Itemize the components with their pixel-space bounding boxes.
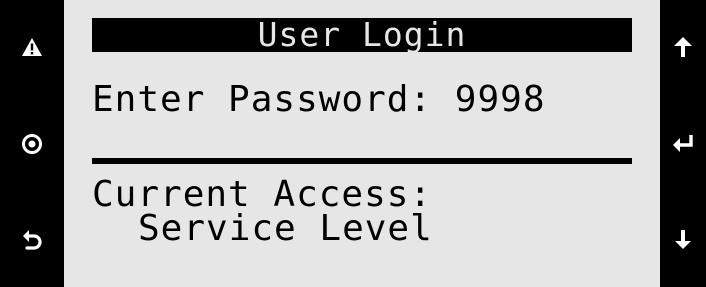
up-button[interactable] [660,0,706,94]
password-field[interactable]: 9998 [455,79,546,120]
enter-button[interactable] [660,96,706,191]
arrow-down-icon [672,228,694,252]
back-button[interactable] [0,193,64,287]
lcd-screen: User Login Enter Password: 9998 Current … [64,0,660,287]
down-button[interactable] [660,193,706,287]
hmi-panel: User Login Enter Password: 9998 Current … [0,0,706,287]
record-button[interactable] [0,96,64,191]
divider [92,158,632,164]
arrow-up-icon [672,35,694,59]
record-icon [21,133,43,155]
enter-icon [671,133,695,155]
alarm-button[interactable] [0,0,64,94]
warning-icon [21,37,43,57]
left-button-column [0,0,64,287]
password-row: Enter Password: 9998 [92,80,546,120]
password-label: Enter Password: [92,79,433,120]
screen-title: User Login [92,18,632,52]
right-button-column [660,0,706,287]
access-level-value: Service Level [138,208,433,249]
back-icon [21,228,43,252]
